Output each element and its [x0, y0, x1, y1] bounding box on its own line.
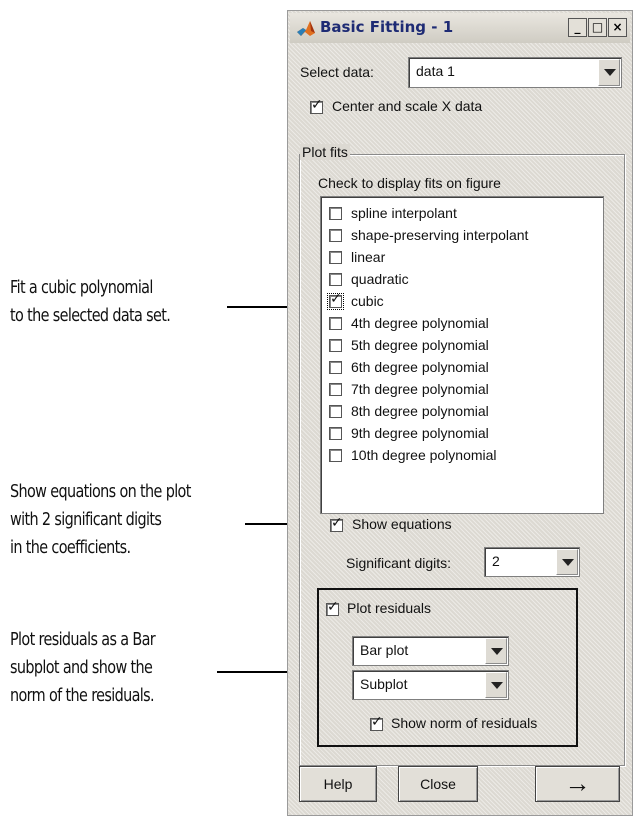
basic-fitting-window: Basic Fitting - 1 _ □ × Select data: dat…: [287, 10, 633, 816]
significant-digits-label: Significant digits:: [346, 555, 452, 571]
chevron-down-icon[interactable]: [485, 638, 507, 664]
fit-label: shape-preserving interpolant: [351, 227, 529, 243]
fit-item-7th-degree[interactable]: 7th degree polynomial: [327, 379, 597, 401]
residuals-box: Plot residuals Bar plot Subplot Show nor…: [317, 588, 578, 747]
fit-label: 7th degree polynomial: [351, 381, 489, 397]
fit-item-8th-degree[interactable]: 8th degree polynomial: [327, 401, 597, 423]
fit-label: linear: [351, 249, 386, 265]
residual-plot-style-dropdown[interactable]: Bar plot: [352, 636, 509, 666]
fits-hint-label: Check to display fits on figure: [318, 175, 501, 191]
select-data-label: Select data:: [300, 64, 374, 80]
fit-item-10th-degree[interactable]: 10th degree polynomial: [327, 445, 597, 467]
fit-label: 5th degree polynomial: [351, 337, 489, 353]
fit-item-shape-preserving[interactable]: shape-preserving interpolant: [327, 225, 597, 247]
residual-plot-style-value: Bar plot: [360, 642, 409, 658]
annotation-equations: Show equations on the plot with 2 signif…: [10, 481, 191, 558]
help-button[interactable]: Help: [299, 766, 377, 802]
residual-location-dropdown[interactable]: Subplot: [352, 670, 509, 700]
chevron-down-icon[interactable]: [598, 59, 620, 86]
select-data-value: data 1: [416, 63, 455, 79]
chevron-down-icon[interactable]: [556, 549, 578, 575]
fit-item-4th-degree[interactable]: 4th degree polynomial: [327, 313, 597, 335]
select-data-dropdown[interactable]: data 1: [408, 57, 622, 88]
fit-item-5th-degree[interactable]: 5th degree polynomial: [327, 335, 597, 357]
annotation-cubic: Fit a cubic polynomial to the selected d…: [10, 277, 171, 326]
fit-checkbox[interactable]: [329, 405, 342, 418]
fits-list: spline interpolant shape-preserving inte…: [320, 196, 604, 514]
fit-item-9th-degree[interactable]: 9th degree polynomial: [327, 423, 597, 445]
fit-checkbox[interactable]: [329, 229, 342, 242]
fit-checkbox[interactable]: [329, 361, 342, 374]
fit-label: 10th degree polynomial: [351, 447, 497, 463]
show-equations-label: Show equations: [352, 516, 452, 532]
fit-item-spline[interactable]: spline interpolant: [327, 203, 597, 225]
fit-checkbox[interactable]: [327, 291, 344, 310]
fit-label: 9th degree polynomial: [351, 425, 489, 441]
significant-digits-value: 2: [492, 553, 500, 569]
chevron-down-icon[interactable]: [485, 672, 507, 698]
fit-label: spline interpolant: [351, 205, 457, 221]
fit-checkbox[interactable]: [329, 273, 342, 286]
fit-checkbox[interactable]: [329, 339, 342, 352]
significant-digits-dropdown[interactable]: 2: [484, 547, 580, 577]
fit-label: 4th degree polynomial: [351, 315, 489, 331]
plot-fits-legend: Plot fits: [300, 144, 350, 160]
fit-checkbox[interactable]: [329, 251, 342, 264]
show-equations-checkbox[interactable]: [330, 515, 343, 532]
matlab-icon: [297, 21, 315, 36]
center-scale-checkbox[interactable]: [310, 97, 323, 114]
close-window-button[interactable]: ×: [608, 18, 627, 37]
fit-checkbox[interactable]: [329, 383, 342, 396]
fit-label: 6th degree polynomial: [351, 359, 489, 375]
center-scale-label: Center and scale X data: [332, 98, 483, 114]
title-bar[interactable]: Basic Fitting - 1 _ □ ×: [290, 13, 630, 43]
fit-label: quadratic: [351, 271, 409, 287]
minimize-button[interactable]: _: [568, 18, 587, 37]
fit-label: cubic: [351, 293, 384, 309]
plot-residuals-label: Plot residuals: [347, 600, 432, 616]
plot-residuals-checkbox[interactable]: [326, 599, 339, 616]
fit-item-quadratic[interactable]: quadratic: [327, 269, 597, 291]
window-title: Basic Fitting - 1: [320, 18, 454, 36]
fit-checkbox[interactable]: [329, 207, 342, 220]
maximize-button[interactable]: □: [588, 18, 607, 37]
fit-checkbox[interactable]: [329, 317, 342, 330]
close-button[interactable]: Close: [398, 766, 478, 802]
fit-item-cubic[interactable]: cubic: [327, 291, 597, 313]
fit-checkbox[interactable]: [329, 427, 342, 440]
annotation-residuals: Plot residuals as a Bar subplot and show…: [10, 629, 156, 706]
residual-location-value: Subplot: [360, 676, 408, 692]
fit-item-6th-degree[interactable]: 6th degree polynomial: [327, 357, 597, 379]
fit-checkbox[interactable]: [329, 449, 342, 462]
show-norm-label: Show norm of residuals: [391, 715, 538, 731]
fit-item-linear[interactable]: linear: [327, 247, 597, 269]
next-arrow-button[interactable]: →: [535, 766, 620, 802]
show-norm-checkbox[interactable]: [370, 714, 383, 731]
fit-label: 8th degree polynomial: [351, 403, 489, 419]
